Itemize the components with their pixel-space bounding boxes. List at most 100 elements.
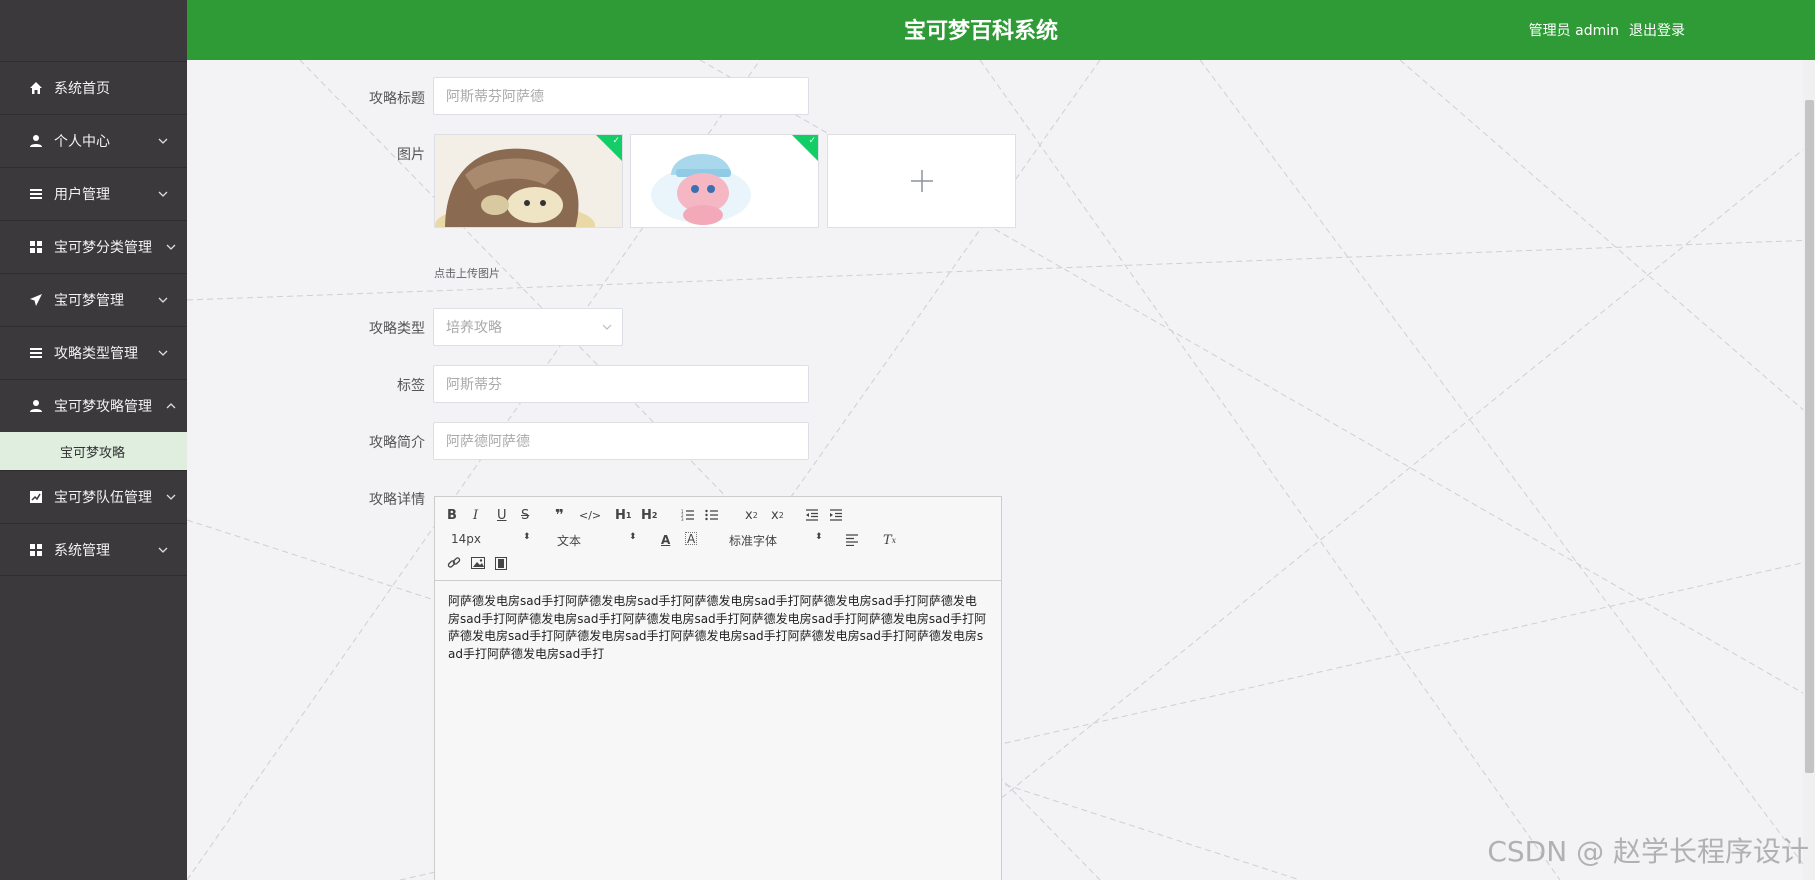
- sidebar-item-label: 宝可梦队伍管理: [54, 490, 152, 506]
- link-icon: [447, 557, 461, 568]
- guide-edit-form: 攻略标题 阿斯蒂芬阿萨德 图片 ✓ ✓ 点击上传图片 攻略类型 培养攻略 标签 …: [187, 60, 1803, 880]
- chevron-down-icon: [602, 324, 612, 330]
- sidebar-item-category-management[interactable]: 宝可梦分类管理: [0, 220, 187, 273]
- chart-icon: [28, 489, 44, 505]
- home-icon: [28, 80, 44, 96]
- list-icon: [28, 345, 44, 361]
- submenu-item-label: 宝可梦攻略: [60, 445, 126, 461]
- video-icon: [495, 556, 507, 570]
- font-size-select[interactable]: 14px ⬍: [451, 532, 531, 546]
- sidebar-item-label: 宝可梦管理: [54, 293, 124, 309]
- plus-icon: [910, 170, 933, 192]
- sidebar-item-label: 用户管理: [54, 187, 110, 203]
- chevron-down-icon: [158, 297, 168, 303]
- superscript-button[interactable]: x2: [771, 507, 784, 523]
- sidebar-item-home[interactable]: 系统首页: [0, 61, 187, 114]
- check-icon: ✓: [612, 136, 620, 146]
- sidebar-item-label: 系统首页: [54, 81, 110, 97]
- font-size-value: 14px: [451, 532, 481, 546]
- insert-video-button[interactable]: [495, 555, 507, 571]
- tag-input[interactable]: 阿斯蒂芬: [433, 365, 809, 403]
- sidebar-item-user-management[interactable]: 用户管理: [0, 167, 187, 220]
- select-arrows-icon: ⬍: [815, 532, 823, 542]
- tag-label: 标签: [397, 378, 425, 394]
- sidebar: 系统首页 个人中心 用户管理 宝可梦分类管理 宝可梦管理 攻略类型管理 宝可梦攻…: [0, 0, 187, 880]
- block-format-select[interactable]: 文本 ⬍: [557, 532, 637, 549]
- chevron-down-icon: [158, 138, 168, 144]
- scrollbar-thumb[interactable]: [1805, 100, 1814, 773]
- sidebar-item-guide-management[interactable]: 宝可梦攻略管理: [0, 379, 187, 432]
- font-family-select[interactable]: 标准字体 ⬍: [729, 532, 823, 549]
- image-label: 图片: [397, 147, 425, 163]
- code-block-button[interactable]: </>: [579, 507, 601, 523]
- align-left-icon: [846, 534, 858, 546]
- user-area: 管理员 admin 退出登录: [1529, 20, 1685, 40]
- rich-text-editor: B I U S ❞ </> H1 H2 123 x2 x2 14px ⬍ 文本 ⬍: [434, 496, 1002, 880]
- outdent-button[interactable]: [805, 507, 819, 523]
- list-icon: [28, 186, 44, 202]
- title-input[interactable]: 阿斯蒂芬阿萨德: [433, 77, 809, 115]
- upload-hint: 点击上传图片: [434, 267, 500, 280]
- chevron-up-icon: [166, 403, 176, 409]
- sidebar-item-personal-center[interactable]: 个人中心: [0, 114, 187, 167]
- user-icon: [28, 398, 44, 414]
- type-label: 攻略类型: [369, 321, 425, 337]
- insert-image-button[interactable]: [471, 555, 485, 571]
- bold-button[interactable]: B: [447, 507, 457, 523]
- user-icon: [28, 133, 44, 149]
- background-color-button[interactable]: A: [685, 532, 698, 546]
- chevron-down-icon: [166, 494, 176, 500]
- logout-link[interactable]: 退出登录: [1629, 20, 1685, 40]
- top-header: 宝可梦百科系统 管理员 admin 退出登录: [187, 0, 1815, 60]
- bullet-list-button[interactable]: [705, 507, 719, 523]
- uploaded-image-2[interactable]: ✓: [630, 134, 819, 228]
- type-select[interactable]: 培养攻略: [433, 308, 623, 346]
- submenu-item-pokemon-guide[interactable]: 宝可梦攻略: [0, 432, 187, 470]
- svg-text:3: 3: [681, 517, 684, 521]
- detail-label: 攻略详情: [369, 492, 425, 508]
- intro-label: 攻略简介: [369, 435, 425, 451]
- sidebar-item-guide-type-management[interactable]: 攻略类型管理: [0, 326, 187, 379]
- chevron-down-icon: [158, 191, 168, 197]
- editor-content-area[interactable]: 阿萨德发电房sad手打阿萨德发电房sad手打阿萨德发电房sad手打阿萨德发电房s…: [435, 581, 1001, 675]
- sidebar-item-team-management[interactable]: 宝可梦队伍管理: [0, 470, 187, 523]
- sidebar-item-label: 攻略类型管理: [54, 346, 138, 362]
- blockquote-button[interactable]: ❞: [555, 506, 564, 524]
- underline-button[interactable]: U: [497, 507, 507, 523]
- block-format-value: 文本: [557, 534, 582, 548]
- pokemon-image-kangaskhan: [435, 135, 622, 227]
- outdent-icon: [806, 509, 818, 521]
- ordered-list-icon: 123: [681, 509, 694, 521]
- font-family-value: 标准字体: [729, 534, 778, 548]
- current-user-label: 管理员 admin: [1528, 23, 1619, 39]
- chevron-down-icon: [166, 244, 176, 250]
- ordered-list-button[interactable]: 123: [681, 507, 695, 523]
- title-label: 攻略标题: [369, 91, 425, 107]
- clear-format-button[interactable]: Tx: [883, 532, 896, 548]
- type-select-value: 培养攻略: [446, 320, 502, 336]
- sidebar-item-label: 系统管理: [54, 542, 110, 559]
- subscript-button[interactable]: x2: [745, 507, 758, 523]
- align-button[interactable]: [845, 532, 859, 548]
- sidebar-logo-area: [0, 0, 187, 61]
- vertical-scrollbar[interactable]: [1803, 60, 1815, 880]
- send-icon: [28, 292, 44, 308]
- grid-icon: [28, 239, 44, 255]
- italic-button[interactable]: I: [473, 507, 478, 523]
- sidebar-item-system-management[interactable]: 系统管理: [0, 523, 187, 576]
- select-arrows-icon: ⬍: [629, 532, 637, 542]
- sidebar-item-label: 宝可梦攻略管理: [54, 399, 152, 415]
- font-color-button[interactable]: A: [661, 532, 670, 548]
- add-image-button[interactable]: [827, 134, 1016, 228]
- sidebar-item-pokemon-management[interactable]: 宝可梦管理: [0, 273, 187, 326]
- uploaded-image-1[interactable]: ✓: [434, 134, 623, 228]
- heading1-button[interactable]: H1: [615, 507, 631, 523]
- heading2-button[interactable]: H2: [641, 507, 657, 523]
- select-arrows-icon: ⬍: [523, 532, 531, 542]
- indent-button[interactable]: [829, 507, 843, 523]
- intro-input[interactable]: 阿萨德阿萨德: [433, 422, 809, 460]
- image-icon: [471, 557, 485, 569]
- link-button[interactable]: [447, 555, 461, 571]
- strikethrough-button[interactable]: S: [521, 507, 529, 523]
- chevron-down-icon: [158, 350, 168, 356]
